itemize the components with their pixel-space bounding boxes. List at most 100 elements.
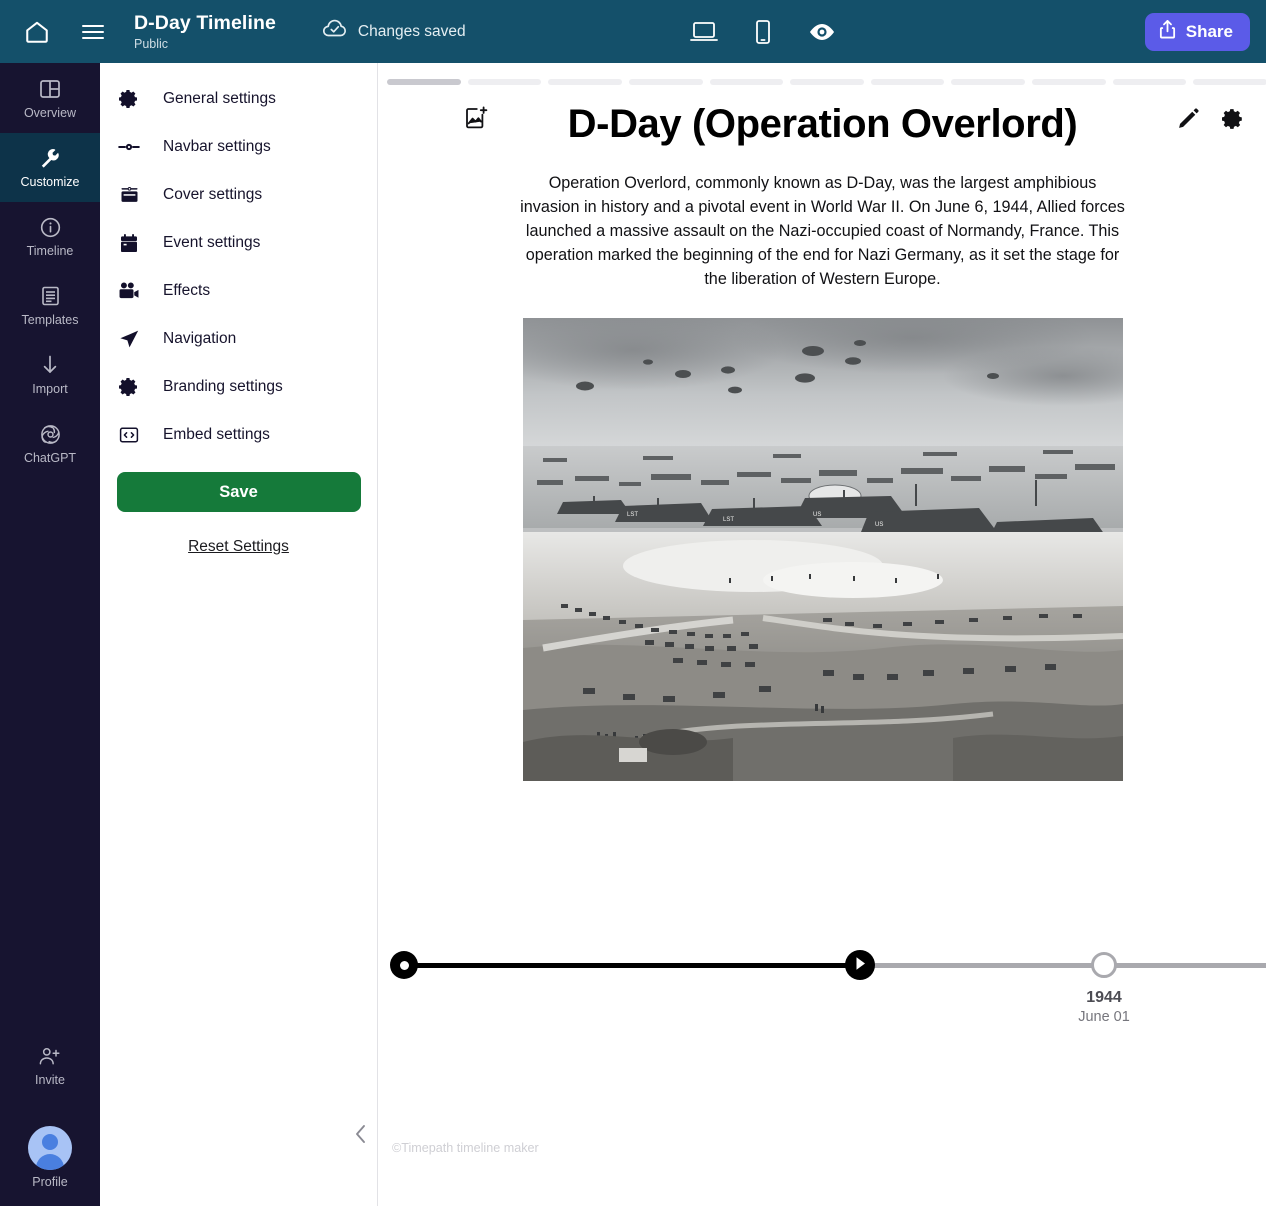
chevron-left-icon [353, 1123, 369, 1148]
panel-item-navbar-settings[interactable]: Navbar settings [100, 123, 377, 171]
hamburger-menu-icon[interactable] [78, 17, 108, 47]
sidebar-item-label: Customize [20, 175, 79, 189]
progress-segment[interactable] [629, 79, 703, 85]
customize-settings-panel: General settings Navbar settings [100, 63, 378, 1206]
panel-item-label: Event settings [163, 234, 260, 252]
add-person-icon [38, 1044, 62, 1068]
document-title-block[interactable]: D-Day Timeline Public [134, 12, 276, 52]
timeline-navigator: 1944 June 01 [379, 903, 1266, 1023]
eye-preview-icon[interactable] [806, 16, 838, 48]
cover-description: Operation Overlord, commonly known as D-… [519, 171, 1127, 291]
collapse-panel-button[interactable] [348, 1122, 374, 1148]
gear-icon [1222, 108, 1244, 133]
invite-label: Invite [35, 1073, 65, 1087]
pencil-edit-icon [1177, 107, 1200, 133]
sidebar-item-overview[interactable]: Overview [0, 64, 100, 133]
timeline-start-dot[interactable] [390, 951, 418, 979]
panel-item-effects[interactable]: Effects [100, 267, 377, 315]
rail-bottom-group: Invite Profile [0, 1031, 100, 1194]
share-button-label: Share [1186, 22, 1233, 42]
paper-plane-icon [118, 328, 140, 350]
footer-credit: ©Timepath timeline maker [392, 1141, 539, 1155]
add-image-icon [463, 105, 489, 134]
invite-button[interactable]: Invite [0, 1031, 100, 1100]
sidebar-item-chatgpt[interactable]: ChatGPT [0, 409, 100, 478]
reset-settings-link[interactable]: Reset Settings [100, 538, 377, 556]
svg-text:LST: LST [723, 517, 734, 523]
timeline-node-icon[interactable] [1091, 952, 1117, 978]
panel-item-label: Branding settings [163, 378, 283, 396]
visibility-label: Public [134, 36, 276, 52]
panel-item-cover-settings[interactable]: Cover settings [100, 171, 377, 219]
progress-segment[interactable] [548, 79, 622, 85]
save-button[interactable]: Save [117, 472, 361, 512]
cover-header-actions [1177, 107, 1244, 133]
cover-title: D-Day (Operation Overlord) [379, 99, 1266, 149]
svg-text:US: US [875, 522, 883, 528]
edit-cover-button[interactable] [1177, 107, 1200, 133]
app-root: D-Day Timeline Public Changes saved [0, 0, 1266, 1206]
save-status: Changes saved [322, 19, 466, 44]
panel-item-label: Navbar settings [163, 138, 271, 156]
panel-item-branding-settings[interactable]: Branding settings [100, 363, 377, 411]
save-status-label: Changes saved [358, 23, 466, 41]
svg-text:LST: LST [627, 512, 638, 518]
calendar-icon [118, 232, 140, 254]
cover-window-icon [118, 184, 140, 206]
timeline-progress-line [403, 963, 859, 968]
progress-segment[interactable] [1193, 79, 1266, 85]
sidebar-item-label: Templates [22, 313, 79, 327]
mobile-view-icon[interactable] [747, 16, 779, 48]
share-upload-icon [1158, 19, 1177, 45]
sidebar-item-timeline[interactable]: Timeline [0, 202, 100, 271]
page-title: D-Day Timeline [134, 12, 276, 35]
panel-item-label: Navigation [163, 330, 236, 348]
video-camera-icon [118, 280, 140, 302]
panel-item-label: General settings [163, 90, 276, 108]
top-bar: D-Day Timeline Public Changes saved [0, 0, 1266, 63]
progress-segment[interactable] [871, 79, 945, 85]
progress-segment[interactable] [710, 79, 784, 85]
cover-settings-button[interactable] [1222, 108, 1244, 133]
sidebar-item-templates[interactable]: Templates [0, 271, 100, 340]
timeline-node-year: 1944 [1024, 987, 1184, 1008]
cover-image[interactable]: LSTLST USUSUS [523, 318, 1123, 781]
left-nav-rail: Overview Customize Timeline [0, 63, 100, 1206]
play-next-icon [854, 956, 867, 974]
home-icon[interactable] [18, 13, 56, 51]
progress-segment[interactable] [1032, 79, 1106, 85]
panel-item-label: Embed settings [163, 426, 270, 444]
timeline-remaining-line [859, 963, 1266, 968]
profile-label: Profile [32, 1175, 67, 1189]
progress-segment[interactable] [951, 79, 1025, 85]
document-templates-icon [38, 284, 62, 308]
timeline-play-button[interactable] [845, 950, 875, 980]
add-image-button[interactable] [462, 105, 490, 133]
timeline-node-label: 1944 June 01 [1024, 987, 1184, 1027]
slider-navbar-icon [118, 136, 140, 158]
progress-segment[interactable] [468, 79, 542, 85]
cloud-check-icon [322, 19, 348, 44]
gear-icon [118, 376, 140, 398]
info-circle-icon [38, 215, 62, 239]
profile-button[interactable]: Profile [0, 1120, 100, 1194]
desktop-view-icon[interactable] [688, 16, 720, 48]
panel-item-event-settings[interactable]: Event settings [100, 219, 377, 267]
sidebar-item-import[interactable]: Import [0, 340, 100, 409]
device-preview-group [688, 0, 838, 63]
panel-item-label: Cover settings [163, 186, 262, 204]
panel-item-navigation[interactable]: Navigation [100, 315, 377, 363]
panel-item-general-settings[interactable]: General settings [100, 75, 377, 123]
gear-icon [118, 88, 140, 110]
download-arrow-icon [38, 353, 62, 377]
sidebar-item-label: Timeline [27, 244, 74, 258]
slide-progress-bar[interactable] [387, 79, 1266, 85]
sidebar-item-customize[interactable]: Customize [0, 133, 100, 202]
progress-segment[interactable] [1113, 79, 1187, 85]
cover-content-area: D-Day (Operation Overlord) [379, 63, 1266, 1206]
progress-segment[interactable] [387, 79, 461, 85]
panel-item-embed-settings[interactable]: Embed settings [100, 411, 377, 459]
progress-segment[interactable] [790, 79, 864, 85]
share-button[interactable]: Share [1145, 13, 1250, 51]
sidebar-item-label: ChatGPT [24, 451, 76, 465]
